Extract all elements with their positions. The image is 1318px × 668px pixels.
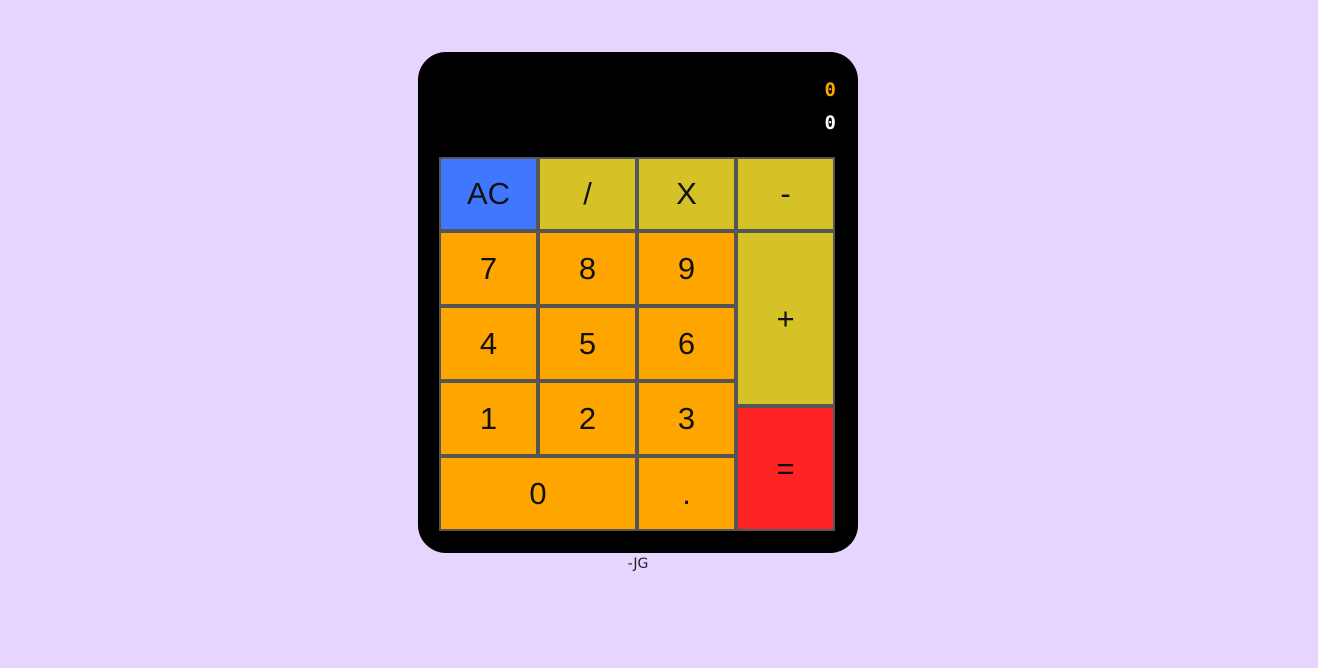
digit-9-button[interactable]: 9 bbox=[637, 231, 736, 306]
digit-7-button[interactable]: 7 bbox=[439, 231, 538, 306]
minus-button[interactable]: - bbox=[736, 157, 835, 231]
calculator: 0 0 AC / X - 7 8 9 + 4 5 6 1 2 3 = 0 . bbox=[418, 52, 858, 553]
author-signature: -JG bbox=[627, 556, 649, 572]
digit-2-button[interactable]: 2 bbox=[538, 381, 637, 456]
divide-button[interactable]: / bbox=[538, 157, 637, 231]
digit-0-button[interactable]: 0 bbox=[439, 456, 637, 531]
digit-4-button[interactable]: 4 bbox=[439, 306, 538, 381]
keypad: AC / X - 7 8 9 + 4 5 6 1 2 3 = 0 . bbox=[439, 157, 836, 531]
equals-button[interactable]: = bbox=[736, 406, 835, 531]
digit-8-button[interactable]: 8 bbox=[538, 231, 637, 306]
decimal-point-button[interactable]: . bbox=[637, 456, 736, 531]
current-value: 0 bbox=[824, 112, 836, 134]
display: 0 0 bbox=[418, 52, 858, 157]
digit-6-button[interactable]: 6 bbox=[637, 306, 736, 381]
clear-button[interactable]: AC bbox=[439, 157, 538, 231]
digit-3-button[interactable]: 3 bbox=[637, 381, 736, 456]
digit-5-button[interactable]: 5 bbox=[538, 306, 637, 381]
digit-1-button[interactable]: 1 bbox=[439, 381, 538, 456]
multiply-button[interactable]: X bbox=[637, 157, 736, 231]
previous-value: 0 bbox=[824, 79, 836, 101]
plus-button[interactable]: + bbox=[736, 231, 835, 406]
